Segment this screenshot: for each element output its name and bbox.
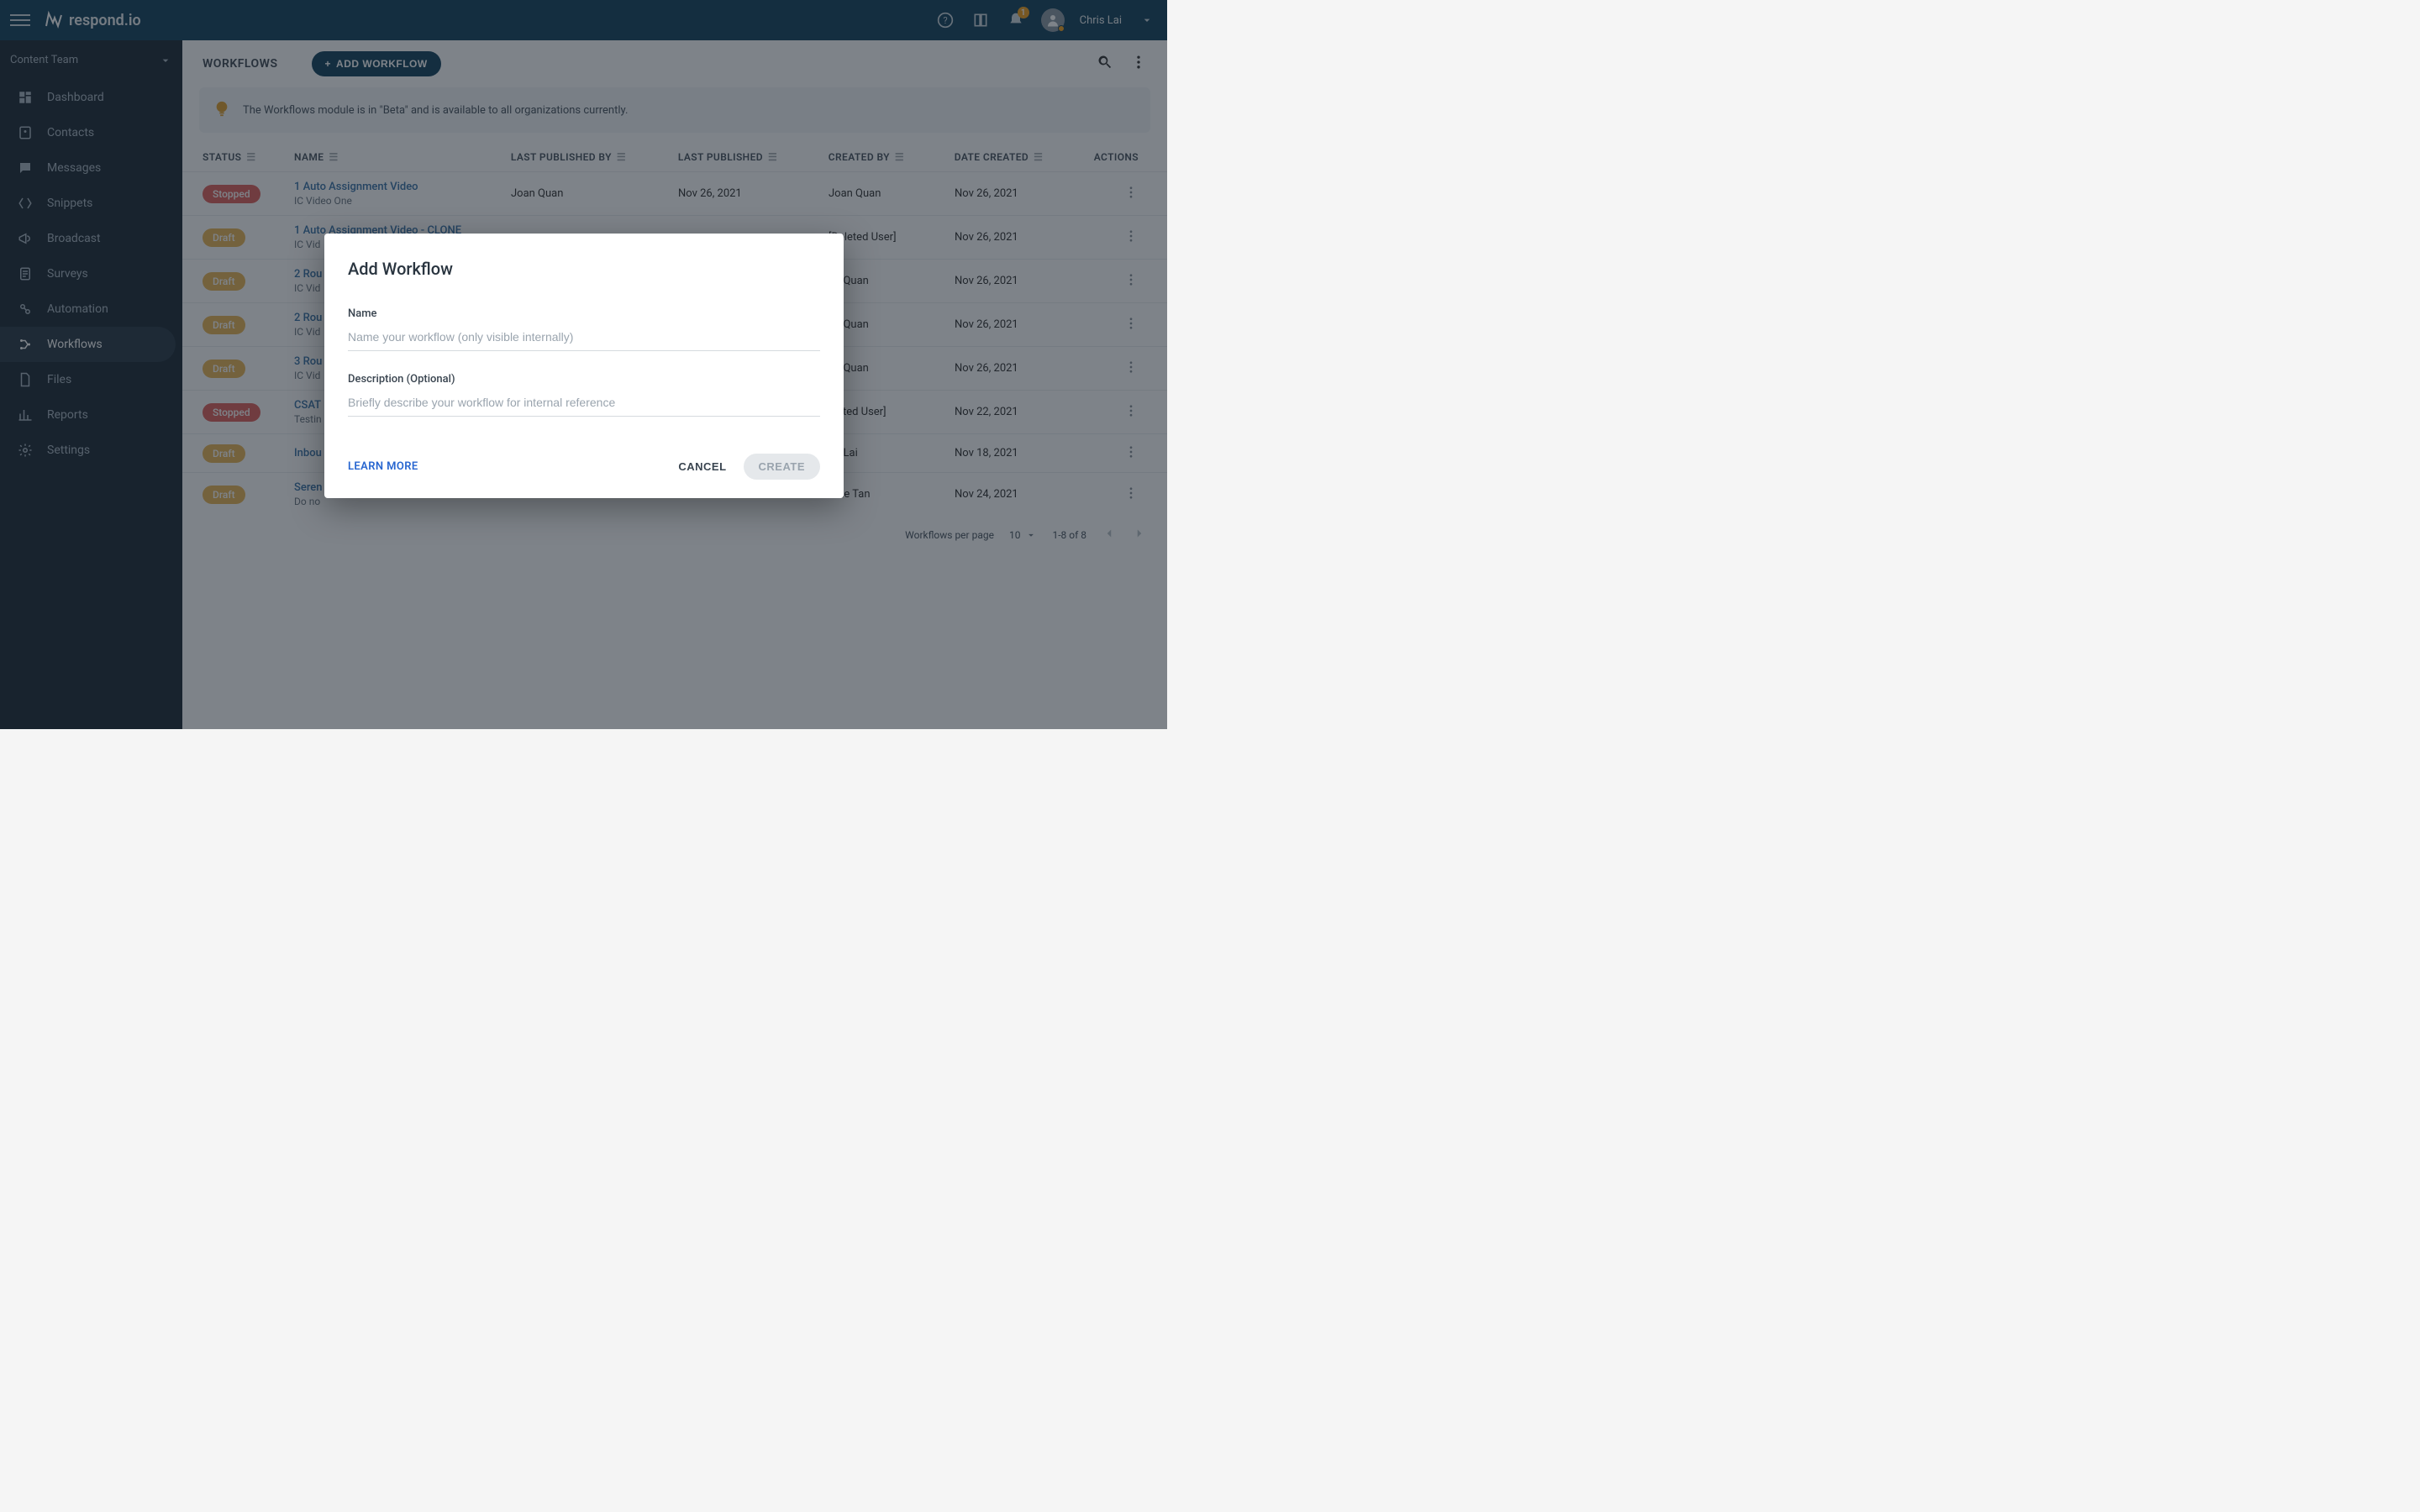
- workflow-name-input[interactable]: [348, 325, 820, 351]
- add-workflow-modal: Add Workflow Name Description (Optional)…: [324, 234, 844, 498]
- create-button[interactable]: CREATE: [744, 454, 820, 480]
- workflow-desc-input[interactable]: [348, 391, 820, 417]
- modal-title: Add Workflow: [348, 259, 820, 279]
- name-field-label: Name: [348, 307, 820, 320]
- learn-more-link[interactable]: LEARN MORE: [348, 460, 418, 473]
- desc-field-label: Description (Optional): [348, 373, 820, 386]
- cancel-button[interactable]: CANCEL: [678, 460, 726, 473]
